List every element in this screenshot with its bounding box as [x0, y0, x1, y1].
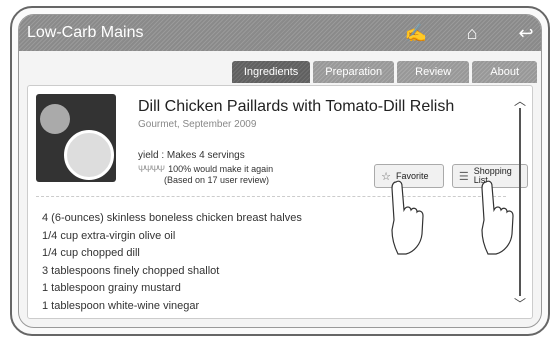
divider [36, 196, 506, 197]
rating-count: (Based on 17 user review) [164, 175, 270, 185]
back-icon[interactable]: ↩ [513, 21, 539, 45]
ingredient-item: 4 (6-ounces) skinless boneless chicken b… [42, 212, 302, 224]
device-frame: Low-Carb Mains ✍ ⌂ ↩ Ingredients Prepara… [10, 6, 550, 336]
chevron-up-icon[interactable]: ︿ [514, 92, 526, 109]
pointing-hand-icon [481, 180, 514, 255]
tab-review[interactable]: Review [397, 61, 470, 83]
tab-preparation[interactable]: Preparation [313, 61, 395, 83]
tab-bar: Ingredients Preparation Review About [231, 61, 537, 83]
recipe-title: Dill Chicken Paillards with Tomato-Dill … [138, 98, 455, 115]
tab-about[interactable]: About [472, 61, 537, 83]
ingredient-item: 1 tablespoon grainy mustard [42, 282, 181, 294]
ingredient-item: 1 tablespoon white-wine vinegar [42, 299, 200, 312]
wine-glass-rating-icon: ΨΨΨΨ [138, 164, 165, 174]
pointing-hand-icon [391, 180, 424, 255]
recipe-source: Gourmet, September 2009 [138, 119, 257, 130]
screen: Low-Carb Mains ✍ ⌂ ↩ Ingredients Prepara… [18, 14, 542, 328]
app-title: Low-Carb Mains [27, 24, 144, 41]
rating-percent: 100% would make it again [168, 164, 274, 174]
ingredient-item: 3 tablespoons finely chopped shallot [42, 264, 220, 277]
recipe-panel: Dill Chicken Paillards with Tomato-Dill … [27, 85, 533, 319]
recipe-yield: yield : Makes 4 servings [138, 150, 245, 161]
ingredient-list: 4 (6-ounces) skinless boneless chicken b… [42, 212, 302, 317]
tab-ingredients[interactable]: Ingredients [231, 61, 311, 83]
list-icon: ☰ [458, 170, 469, 183]
rating: ΨΨΨΨ 100% would make it again (Based on 1… [138, 164, 273, 186]
notes-icon[interactable]: ✍ [403, 21, 429, 45]
chevron-down-icon[interactable]: ﹀ [514, 295, 526, 312]
food-image-part [40, 104, 70, 134]
ingredient-item: 1/4 cup extra-virgin olive oil [42, 229, 176, 242]
title-bar: Low-Carb Mains ✍ ⌂ ↩ [19, 15, 541, 51]
plate-image [64, 130, 114, 180]
scrollbar[interactable]: ︿ ﹀ [514, 92, 526, 312]
ingredient-item: 1/4 cup chopped dill [42, 247, 140, 259]
scroll-track[interactable] [519, 108, 521, 296]
home-icon[interactable]: ⌂ [459, 21, 485, 45]
recipe-image [36, 94, 116, 182]
